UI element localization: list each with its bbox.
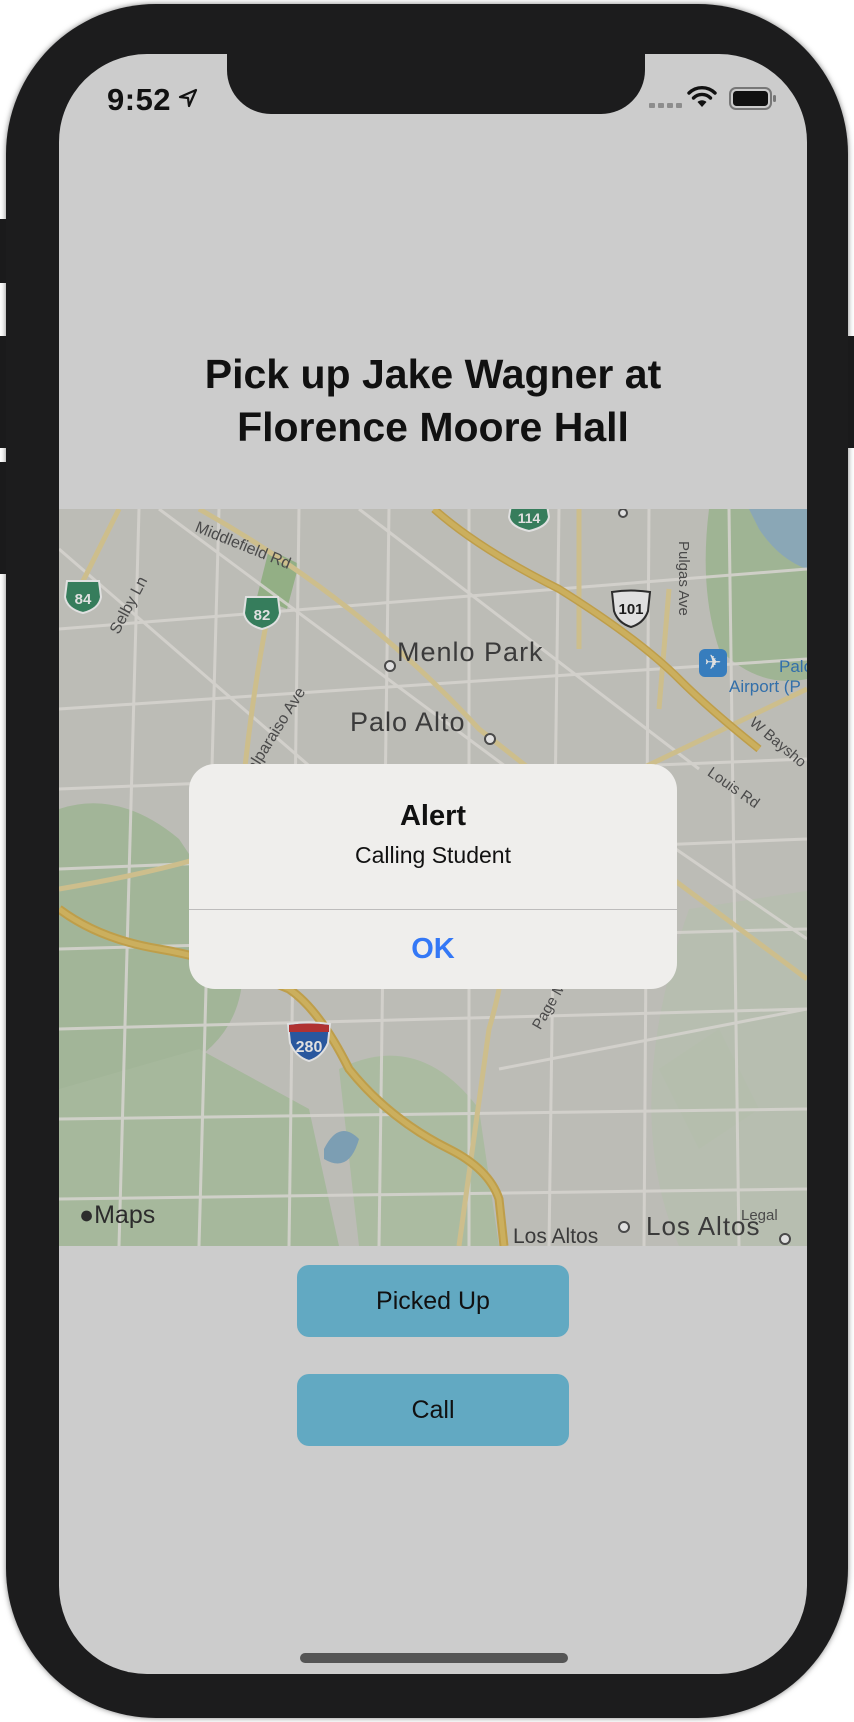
battery-icon [729,87,776,110]
phone-screen: 9:52 Pick up Jake Wagner at Florence Moo… [59,54,807,1674]
silent-switch [0,219,6,283]
alert-title: Alert [399,800,467,832]
title-line-1: Pick up Jake Wagner at [204,351,662,397]
alert-message: Calling Student [355,842,511,868]
wifi-icon [687,86,717,107]
cellular-signal-icon [649,103,682,108]
volume-up-button [0,336,6,448]
alert-dialog: Alert Calling Student OK [189,764,677,989]
page-title: Pick up Jake Wagner at Florence Moore Ha… [99,348,767,454]
picked-up-button[interactable]: Picked Up [297,1265,569,1337]
home-indicator[interactable] [300,1653,568,1663]
device-frame: 9:52 Pick up Jake Wagner at Florence Moo… [0,4,854,1718]
title-line-2: Florence Moore Hall [237,404,629,450]
alert-ok-button[interactable]: OK [189,910,677,989]
location-arrow-icon [178,88,198,108]
volume-down-button [0,462,6,574]
power-button [848,336,854,448]
status-time: 9:52 [107,82,172,117]
call-button[interactable]: Call [297,1374,569,1446]
device-notch [227,54,645,114]
